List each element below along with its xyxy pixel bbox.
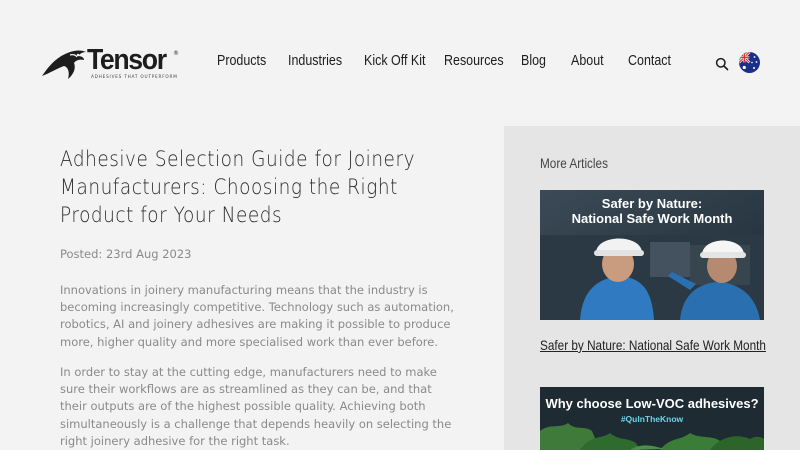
thumbnail-caption-line: National Safe Work Month — [571, 211, 733, 226]
tensor-logo[interactable]: Tensor ® ADHESIVES THAT OUTPERFORM — [40, 44, 180, 82]
thumbnail-caption-line: Safer by Nature: — [601, 196, 703, 211]
australia-flag-icon[interactable] — [739, 52, 760, 73]
thumbnail-hashtag: #QuInTheKnow — [620, 414, 684, 424]
more-articles-heading: More Articles — [540, 155, 608, 171]
article-paragraph: Innovations in joinery manufacturing mea… — [60, 283, 454, 349]
nav-item-products[interactable]: Products — [217, 53, 266, 69]
article-title: Adhesive Selection Guide for Joinery Man… — [60, 147, 416, 227]
article-link-safe-work[interactable]: Safer by Nature: National Safe Work Mont… — [540, 337, 766, 353]
nav-item-kick-off-kit[interactable]: Kick Off Kit — [364, 53, 425, 69]
nav-item-about[interactable]: About — [571, 53, 604, 69]
eagle-icon — [42, 50, 86, 79]
article-paragraph: In order to stay at the cutting edge, ma… — [60, 365, 452, 448]
posted-date: Posted: 23rd Aug 2023 — [60, 247, 192, 261]
nav-item-blog[interactable]: Blog — [521, 53, 546, 69]
registered-mark: ® — [173, 50, 179, 57]
search-icon[interactable] — [715, 56, 729, 71]
nav-item-industries[interactable]: Industries — [288, 53, 342, 69]
article-thumbnail-safe-work[interactable]: Safer by Nature: National Safe Work Mont… — [540, 190, 764, 320]
nav-item-contact[interactable]: Contact — [628, 53, 671, 69]
nav-item-resources[interactable]: Resources — [444, 53, 504, 69]
logo-tagline: ADHESIVES THAT OUTPERFORM — [91, 74, 178, 79]
logo-wordmark: Tensor — [87, 44, 167, 76]
article-thumbnail-low-voc[interactable]: Why choose Low-VOC adhesives? #QuInTheKn… — [540, 387, 764, 450]
thumbnail-caption-line: Why choose Low-VOC adhesives? — [545, 396, 759, 411]
